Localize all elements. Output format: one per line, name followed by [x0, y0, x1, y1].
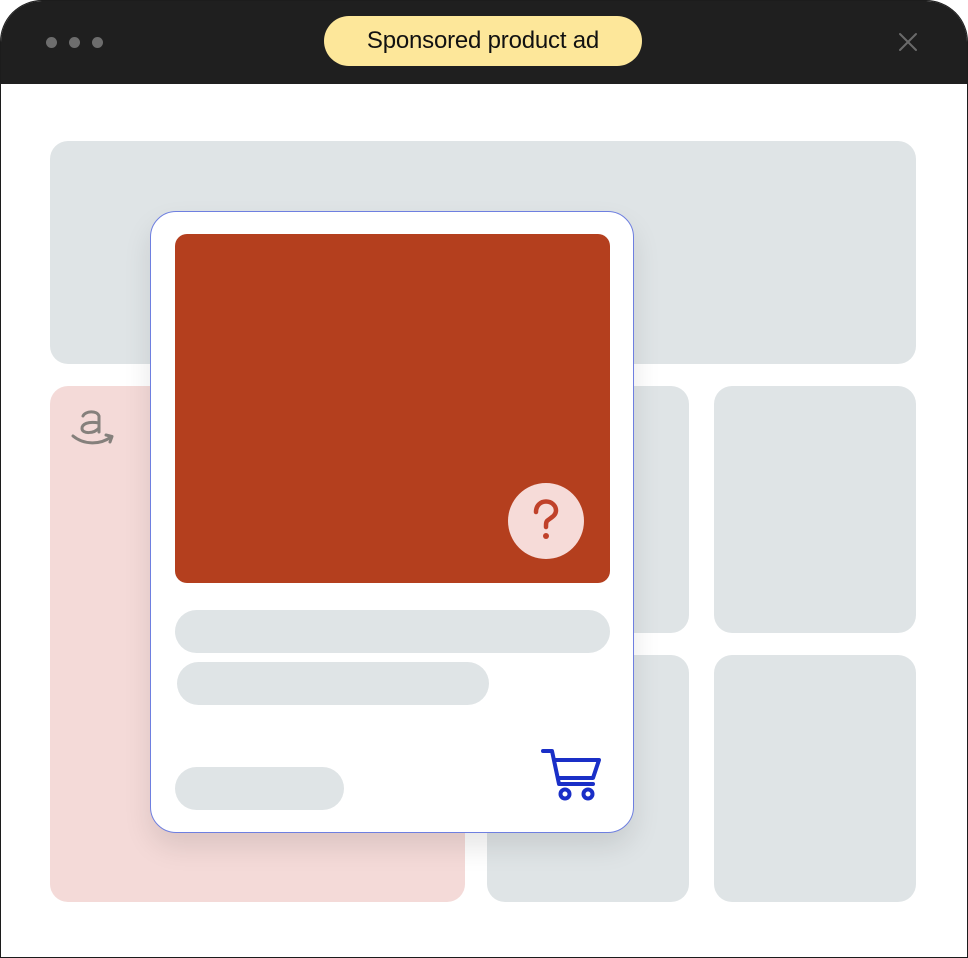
product-image[interactable] — [175, 234, 610, 583]
sponsored-ad-badge: Sponsored product ad — [324, 16, 642, 66]
browser-window: Sponsored product ad — [0, 0, 968, 958]
help-button[interactable] — [508, 483, 584, 559]
shopping-cart-icon — [541, 749, 601, 801]
product-price-placeholder — [175, 767, 344, 810]
product-subtitle-placeholder — [177, 662, 489, 705]
sponsored-product-card[interactable] — [150, 211, 634, 833]
window-dots — [46, 37, 103, 48]
add-to-cart-button[interactable] — [541, 747, 603, 803]
product-title-placeholder — [175, 610, 610, 653]
ellipsis-icon — [46, 37, 57, 48]
close-icon — [899, 33, 917, 51]
product-tile-placeholder — [714, 386, 916, 633]
question-mark-icon — [533, 499, 559, 539]
ellipsis-icon — [69, 37, 80, 48]
window-title-bar: Sponsored product ad — [1, 1, 967, 84]
ellipsis-icon — [92, 37, 103, 48]
amazon-logo-icon — [70, 406, 118, 450]
product-tile-placeholder — [714, 655, 916, 902]
close-button[interactable] — [895, 29, 921, 55]
